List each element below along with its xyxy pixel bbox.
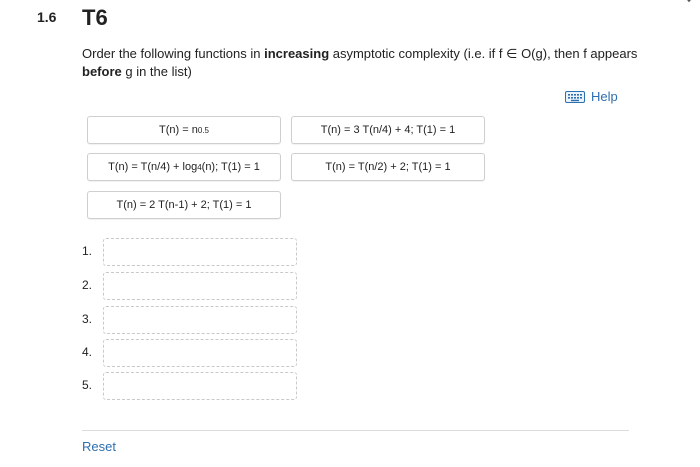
- divider: [82, 430, 629, 431]
- help-link[interactable]: Help: [565, 89, 618, 104]
- tile-exponent: 0.5: [197, 125, 209, 135]
- close-icon[interactable]: [682, 0, 696, 6]
- drop-slot[interactable]: [103, 372, 297, 400]
- slot-label: 1.: [82, 244, 93, 258]
- question-number: 1.6: [37, 9, 57, 25]
- tile-text: T(n) = 3 T(n/4) + 4; T(1) = 1: [320, 124, 456, 136]
- drop-slot[interactable]: [103, 306, 297, 334]
- draggable-tile[interactable]: T(n) = n 0.5: [87, 116, 281, 144]
- tile-text: (n); T(1) = 1: [201, 161, 260, 173]
- drop-slot[interactable]: [103, 238, 297, 266]
- draggable-tile[interactable]: T(n) = 3 T(n/4) + 4; T(1) = 1: [291, 116, 485, 144]
- tile-text: T(n) = 2 T(n-1) + 2; T(1) = 1: [116, 199, 252, 211]
- drop-slot[interactable]: [103, 339, 297, 367]
- instructions: Order the following functions in increas…: [82, 46, 638, 79]
- slot-label: 5.: [82, 378, 93, 392]
- drop-slot[interactable]: [103, 272, 297, 300]
- question-title: T6: [82, 5, 108, 30]
- slot-label: 2.: [82, 278, 93, 292]
- draggable-tile[interactable]: T(n) = 2 T(n-1) + 2; T(1) = 1: [87, 191, 281, 219]
- tile-text: T(n) = n: [159, 124, 198, 136]
- keyboard-icon: [565, 90, 585, 103]
- reset-button[interactable]: Reset: [82, 439, 116, 454]
- help-label: Help: [591, 89, 618, 104]
- slot-label: 3.: [82, 312, 93, 326]
- tile-text: T(n) = T(n/2) + 2; T(1) = 1: [325, 161, 451, 173]
- slot-label: 4.: [82, 345, 93, 359]
- draggable-tile[interactable]: T(n) = T(n/2) + 2; T(1) = 1: [291, 153, 485, 181]
- draggable-tile[interactable]: T(n) = T(n/4) + log 4 (n); T(1) = 1: [87, 153, 281, 181]
- tile-text: T(n) = T(n/4) + log: [108, 161, 198, 173]
